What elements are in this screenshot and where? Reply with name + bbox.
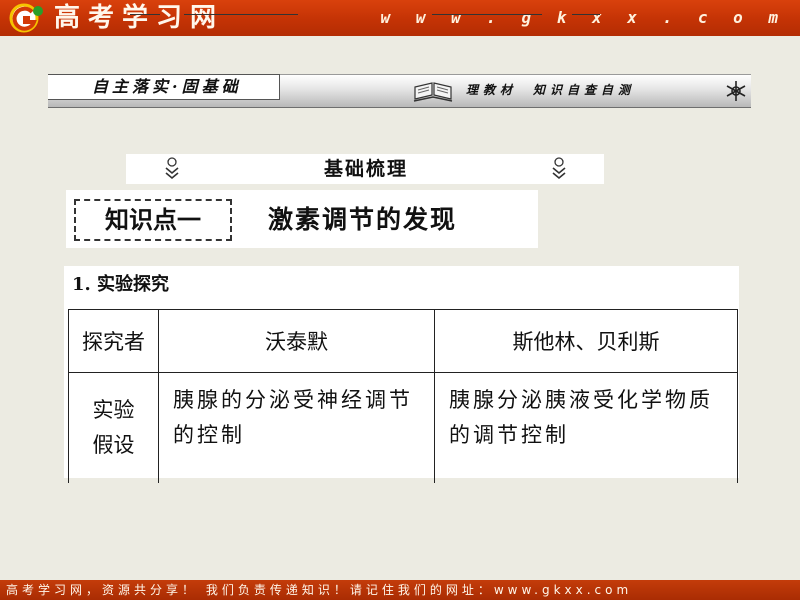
banner-left-label: 自主落实·固基础 bbox=[92, 77, 242, 96]
site-brand[interactable]: 高考学习网 bbox=[54, 2, 224, 34]
banner-left-tab: 自主落实·固基础 bbox=[48, 74, 280, 100]
table-row-label: 实验 假设 bbox=[68, 372, 159, 483]
banner-right-labels: 理教材 知识自查自测 bbox=[466, 80, 635, 100]
section-heading: 1. 实验探究 bbox=[72, 274, 170, 295]
open-book-icon bbox=[413, 82, 453, 102]
banner-right-label-2: 知识自查自测 bbox=[533, 83, 636, 97]
row-label-line: 假设 bbox=[92, 433, 135, 457]
chevron-down-icon bbox=[552, 157, 566, 180]
strip-line-left bbox=[184, 14, 298, 15]
experiment-table: 探究者 沃泰默 斯他林、贝利斯 实验 假设 胰腺的分泌受神经调节的控制 胰腺分泌… bbox=[68, 309, 738, 483]
row-label-line: 实验 bbox=[92, 398, 135, 422]
gk-logo-icon bbox=[9, 3, 43, 33]
table-header-cell: 探究者 bbox=[68, 309, 159, 373]
footer-text: 高考学习网，资源共分享！ 我们负责传递知识！请记住我们的网址：www.gkxx.… bbox=[6, 583, 633, 597]
strip-title: 基础梳理 bbox=[323, 158, 408, 180]
strip-line-right-outer bbox=[572, 14, 600, 15]
chevron-down-icon bbox=[165, 157, 179, 180]
table-cell: 胰腺的分泌受神经调节的控制 bbox=[158, 372, 435, 483]
table-header-row: 探究者 沃泰默 斯他林、贝利斯 bbox=[68, 309, 738, 373]
knowledge-point-title: 激素调节的发现 bbox=[268, 205, 458, 234]
table-header-cell: 沃泰默 bbox=[158, 309, 435, 373]
table-row: 实验 假设 胰腺的分泌受神经调节的控制 胰腺分泌胰液受化学物质的调节控制 bbox=[68, 372, 738, 483]
table-header-cell: 斯他林、贝利斯 bbox=[434, 309, 738, 373]
strip-line-right bbox=[432, 14, 542, 15]
table-cell: 胰腺分泌胰液受化学物质的调节控制 bbox=[434, 372, 738, 483]
knowledge-point-label: 知识点一 bbox=[74, 199, 232, 241]
site-url[interactable]: w w w . g k x x . c o m bbox=[380, 4, 786, 32]
banner-right-label-1: 理教材 bbox=[466, 83, 518, 97]
snowflake-icon bbox=[726, 81, 746, 101]
strip-line-left-outer bbox=[130, 14, 160, 15]
